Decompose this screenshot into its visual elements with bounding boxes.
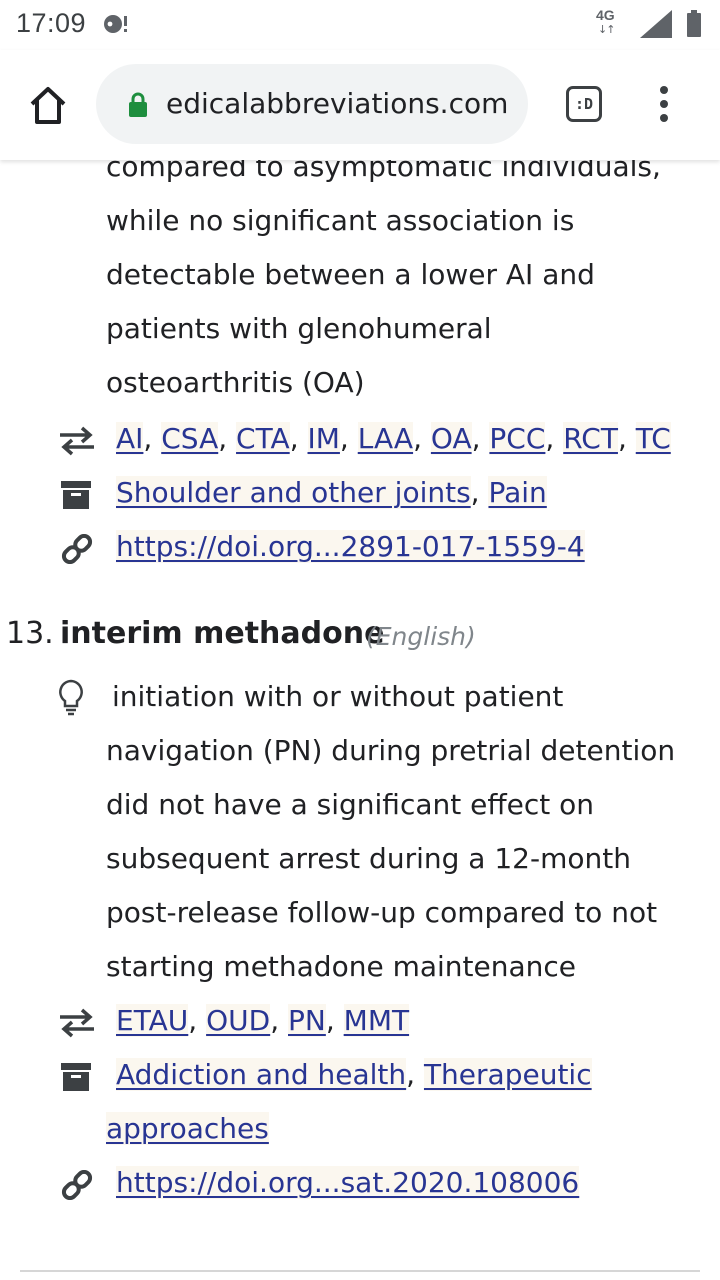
definition-line: did not have a significant effect on (106, 788, 595, 821)
url-text[interactable]: edicalabbreviations.com (166, 84, 516, 124)
category-link-approaches[interactable]: approaches (106, 1112, 269, 1145)
archive-icon (61, 481, 91, 509)
abbr-link-laa[interactable]: LAA (357, 422, 414, 455)
definition-line: patients with glenohumeral (106, 312, 492, 345)
categories-row: Shoulder and other joints, Pain (0, 466, 720, 520)
definition-line: initiation with or without patient (112, 680, 564, 713)
doi-link[interactable]: https://doi.org...sat.2020.108006 (116, 1166, 580, 1199)
swap-icon (60, 426, 94, 456)
archive-icon (61, 1063, 91, 1091)
doi-row: https://doi.org...sat.2020.108006 (0, 1156, 720, 1210)
abbreviation-links: ETAU, OUD, PN, MMT (116, 1004, 410, 1037)
more-menu-icon[interactable] (652, 86, 676, 126)
definition-line: while no significant association is (106, 204, 575, 237)
abbr-link-tc[interactable]: TC (635, 422, 671, 455)
abbr-link-pn[interactable]: PN (288, 1004, 326, 1037)
status-bar: 17:09 4G ↓↑ (0, 0, 720, 50)
related-abbreviations-row: ETAU, OUD, PN, MMT (0, 994, 720, 1048)
status-time: 17:09 (16, 8, 87, 38)
categories-row: Addiction and health, Therapeutic (0, 1048, 720, 1102)
network-type: 4G (596, 7, 615, 23)
category-links: approaches (106, 1102, 269, 1156)
lightbulb-icon (59, 679, 83, 716)
categories-row-continued: approaches (0, 1102, 720, 1156)
page-content: compared to asymptomatic individuals, wh… (0, 140, 720, 1280)
category-link-addiction[interactable]: Addiction and health (116, 1058, 407, 1091)
abbr-link-mmt[interactable]: MMT (343, 1004, 410, 1037)
abbr-link-pcc[interactable]: PCC (489, 422, 546, 455)
abbr-link-oa[interactable]: OA (430, 422, 472, 455)
doi-link[interactable]: https://doi.org...2891-017-1559-4 (116, 530, 585, 563)
definition-line: post-release follow-up compared to not (106, 896, 658, 929)
browser-toolbar: edicalabbreviations.com :D (0, 50, 720, 160)
abbr-link-im[interactable]: IM (307, 422, 340, 455)
definition-line: subsequent arrest during a 12-month (106, 842, 631, 875)
definition-line: starting methadone maintenance (106, 950, 577, 983)
tab-switcher-button[interactable]: :D (566, 86, 602, 122)
abbr-link-rct[interactable]: RCT (563, 422, 618, 455)
lock-icon (129, 92, 147, 117)
network-activity-icon: ↓↑ (598, 23, 615, 36)
category-links: Addiction and health, Therapeutic (116, 1058, 592, 1091)
entry-language: (English) (366, 622, 476, 651)
definition-text: compared to asymptomatic individuals, wh… (106, 140, 661, 410)
doi-text: https://doi.org...sat.2020.108006 (116, 1156, 580, 1210)
battery-icon (687, 10, 701, 37)
doi-text: https://doi.org...2891-017-1559-4 (116, 520, 585, 574)
category-link-shoulder[interactable]: Shoulder and other joints (116, 476, 471, 509)
abbr-link-oud[interactable]: OUD (206, 1004, 271, 1037)
signal-icon (640, 10, 672, 38)
notification-icon (104, 15, 127, 33)
abbr-link-cta[interactable]: CTA (236, 422, 290, 455)
abbreviation-links: AI, CSA, CTA, IM, LAA, OA, PCC, RCT, TC (116, 422, 671, 455)
address-bar[interactable]: edicalabbreviations.com (96, 64, 528, 144)
category-links: Shoulder and other joints, Pain (116, 476, 547, 509)
definition-line: detectable between a lower AI and (106, 258, 595, 291)
divider (20, 1270, 700, 1272)
link-icon (61, 534, 93, 564)
related-abbreviations-row: AI, CSA, CTA, IM, LAA, OA, PCC, RCT, TC (0, 412, 720, 466)
abbr-link-ai[interactable]: AI (116, 422, 144, 455)
abbr-link-etau[interactable]: ETAU (116, 1004, 189, 1037)
category-link-therapeutic[interactable]: Therapeutic (423, 1058, 592, 1091)
doi-row: https://doi.org...2891-017-1559-4 (0, 520, 720, 574)
definition-line: osteoarthritis (OA) (106, 366, 365, 399)
swap-icon (60, 1008, 94, 1038)
link-icon (61, 1170, 93, 1200)
category-link-pain[interactable]: Pain (488, 476, 547, 509)
definition-line: navigation (PN) during pretrial detentio… (106, 734, 676, 767)
entry-number: 13. (6, 616, 54, 651)
definition-text: initiation with or without patient navig… (106, 670, 675, 994)
abbr-link-csa[interactable]: CSA (161, 422, 219, 455)
entry-term: interim methadone (60, 616, 385, 651)
home-icon[interactable] (26, 84, 70, 128)
